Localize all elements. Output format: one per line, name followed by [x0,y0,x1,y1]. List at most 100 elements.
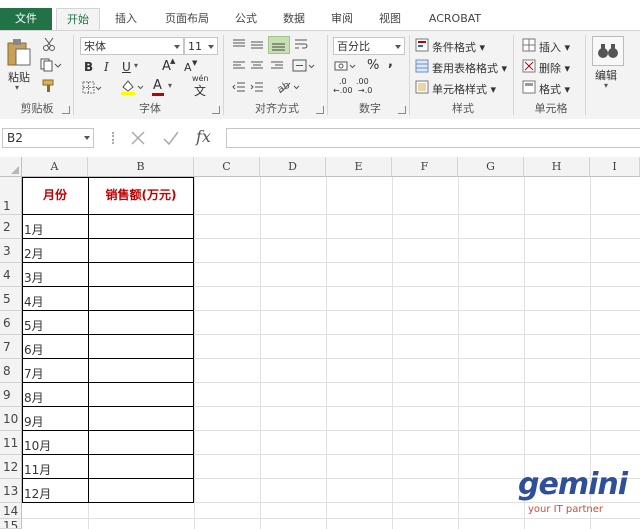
formula-bar-grip[interactable] [112,132,116,144]
cell-a3[interactable]: 2月 [24,239,88,263]
row-header-14[interactable]: 14 [0,503,22,519]
row-header-1[interactable]: 1 [0,177,22,215]
number-format-select[interactable]: 百分比 [333,37,405,55]
delete-cells-button[interactable]: 删除 ▾ [539,60,570,76]
spreadsheet-grid[interactable]: A B C D E F G H I 1 2 3 4 5 6 7 8 9 10 1… [0,157,640,529]
paste-icon[interactable] [6,37,32,67]
number-launcher-icon[interactable] [398,106,406,114]
tab-file[interactable]: 文件 [0,8,52,30]
align-middle-icon[interactable] [250,39,264,49]
cell-a6[interactable]: 5月 [24,311,88,335]
delete-cells-icon[interactable] [522,59,536,73]
column-header-h[interactable]: H [524,157,590,177]
align-left-icon[interactable] [232,61,246,71]
column-header-d[interactable]: D [260,157,326,177]
insert-cells-button[interactable]: 插入 ▾ [539,39,570,55]
cell-a8[interactable]: 7月 [24,359,88,383]
tab-page-layout[interactable]: 页面布局 [156,8,218,30]
conditional-formatting-button[interactable]: 条件格式 ▾ [432,39,485,55]
row-header-6[interactable]: 6 [0,311,22,335]
wrap-text-icon[interactable] [294,38,308,50]
cell-styles-button[interactable]: 单元格样式 ▾ [432,81,496,97]
font-launcher-icon[interactable] [212,106,220,114]
select-all-button[interactable] [0,157,22,177]
editing-button[interactable] [592,36,624,66]
increase-indent-icon[interactable] [250,82,264,92]
cell-a9[interactable]: 8月 [24,383,88,407]
align-right-icon[interactable] [270,61,284,71]
italic-button[interactable]: I [104,60,109,74]
editing-dropdown-icon[interactable]: ▾ [604,81,608,90]
formula-input[interactable] [226,128,640,148]
cell-a2[interactable]: 1月 [24,215,88,239]
paste-dropdown-icon[interactable]: ▾ [15,83,19,92]
font-color-dropdown-icon[interactable]: ▾ [168,81,172,90]
cell-a12[interactable]: 11月 [24,455,88,479]
row-header-13[interactable]: 13 [0,479,22,503]
underline-button[interactable]: U [122,60,131,74]
cell-styles-icon[interactable] [415,80,429,94]
row-header-7[interactable]: 7 [0,335,22,359]
cell-a13[interactable]: 12月 [24,479,88,503]
bold-button[interactable]: B [84,60,93,74]
insert-function-button[interactable]: fx [196,127,211,146]
row-header-11[interactable]: 11 [0,431,22,455]
column-header-e[interactable]: E [326,157,392,177]
font-size-select[interactable]: 11 [184,37,218,55]
tab-insert[interactable]: 插入 [106,8,146,30]
row-header-10[interactable]: 10 [0,407,22,431]
cell-a7[interactable]: 6月 [24,335,88,359]
format-as-table-icon[interactable] [415,59,429,73]
column-header-a[interactable]: A [22,157,88,177]
accounting-format-icon[interactable] [334,59,358,73]
conditional-formatting-icon[interactable] [415,38,429,52]
tab-data[interactable]: 数据 [274,8,314,30]
tab-home[interactable]: 开始 [56,8,100,31]
row-header-4[interactable]: 4 [0,263,22,287]
insert-cells-icon[interactable] [522,38,536,52]
orientation-icon[interactable]: ab [276,79,304,95]
cell-a4[interactable]: 3月 [24,263,88,287]
font-name-select[interactable]: 宋体 [80,37,184,55]
cell-a11[interactable]: 10月 [24,431,88,455]
format-as-table-button[interactable]: 套用表格格式 ▾ [432,60,507,76]
tab-acrobat[interactable]: ACROBAT [420,8,490,30]
row-header-5[interactable]: 5 [0,287,22,311]
cancel-icon[interactable] [130,130,146,146]
cell-a1[interactable]: 月份 [22,177,88,214]
shrink-font-button[interactable]: A [184,61,192,74]
format-cells-button[interactable]: 格式 ▾ [539,81,570,97]
decrease-decimal-button[interactable]: .00 →.0 [356,77,372,95]
cell-a10[interactable]: 9月 [24,407,88,431]
comma-style-button[interactable]: , [388,55,393,70]
font-color-button[interactable]: A [153,78,162,93]
tab-view[interactable]: 视图 [370,8,410,30]
row-header-2[interactable]: 2 [0,215,22,239]
cell-b1[interactable]: 销售额(万元) [88,177,194,214]
enter-check-icon[interactable] [162,130,180,146]
alignment-launcher-icon[interactable] [316,106,324,114]
format-painter-icon[interactable] [42,79,56,93]
column-header-f[interactable]: F [392,157,458,177]
column-header-g[interactable]: G [458,157,524,177]
increase-decimal-button[interactable]: .0 ←.00 [333,77,352,95]
column-header-i[interactable]: I [590,157,640,177]
align-top-icon[interactable] [232,39,246,49]
merge-center-icon[interactable] [292,59,318,73]
copy-icon[interactable] [40,58,62,72]
fill-color-icon[interactable] [120,79,146,95]
column-header-b[interactable]: B [88,157,194,177]
cell-a5[interactable]: 4月 [24,287,88,311]
align-bottom-button[interactable] [268,36,290,54]
align-center-icon[interactable] [250,61,264,71]
row-header-3[interactable]: 3 [0,239,22,263]
tab-review[interactable]: 审阅 [322,8,362,30]
cut-icon[interactable] [42,37,56,51]
tab-formulas[interactable]: 公式 [226,8,266,30]
borders-icon[interactable] [82,81,102,95]
percent-style-button[interactable]: % [367,58,379,73]
underline-dropdown-icon[interactable]: ▾ [134,61,138,70]
row-header-8[interactable]: 8 [0,359,22,383]
column-header-c[interactable]: C [194,157,260,177]
format-cells-icon[interactable] [522,80,536,94]
